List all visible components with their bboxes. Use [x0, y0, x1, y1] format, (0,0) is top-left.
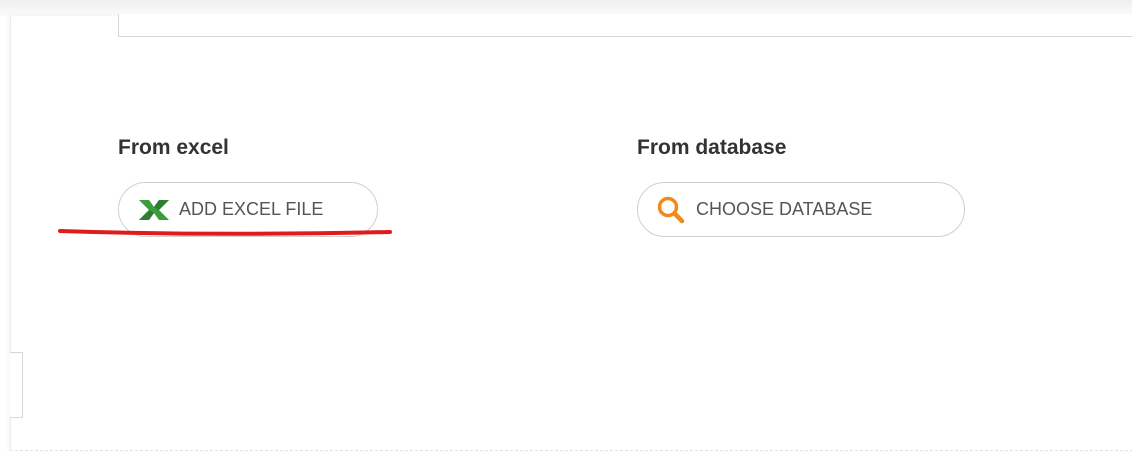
choose-database-button[interactable]: CHOOSE DATABASE	[637, 182, 965, 237]
excel-x-icon	[137, 196, 171, 224]
from-database-heading: From database	[637, 136, 787, 159]
add-excel-file-label: ADD EXCEL FILE	[179, 199, 324, 219]
from-excel-heading: From excel	[118, 136, 229, 159]
choose-database-label: CHOOSE DATABASE	[696, 199, 873, 219]
side-panel-tab[interactable]	[10, 352, 23, 418]
page: From excel ADD EXCEL FILE From database …	[0, 0, 1132, 452]
add-excel-file-button[interactable]: ADD EXCEL FILE	[118, 182, 378, 237]
search-icon	[654, 196, 688, 224]
top-input-box[interactable]	[118, 14, 1132, 37]
